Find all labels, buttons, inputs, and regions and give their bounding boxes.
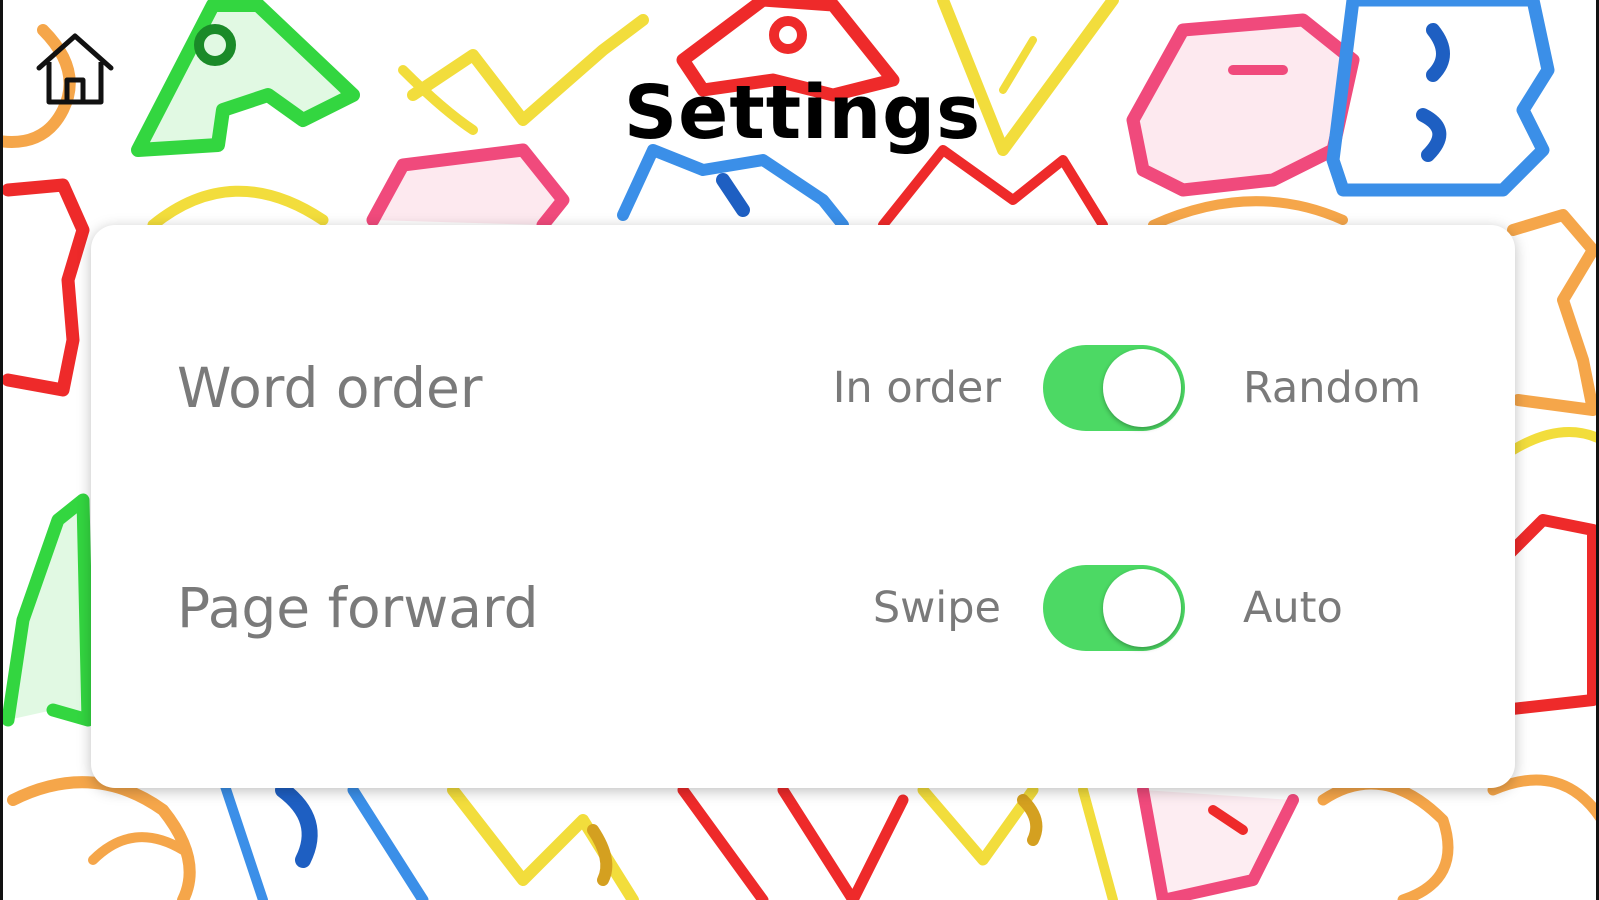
setting-label: Word order [177, 356, 483, 420]
settings-card: Word order In order Random Page forward … [91, 225, 1515, 788]
option-on-label: Random [1243, 363, 1422, 413]
app-screen: Settings Word order In order Random Page… [0, 0, 1599, 900]
page-title: Settings [623, 70, 982, 156]
option-off-label: Swipe [872, 583, 1001, 633]
setting-row-page-forward: Page forward Swipe Auto [91, 563, 1515, 653]
setting-row-word-order: Word order In order Random [91, 343, 1515, 433]
toggle-knob [1103, 349, 1181, 427]
setting-label: Page forward [177, 576, 539, 640]
word-order-toggle[interactable] [1043, 345, 1185, 431]
option-on-label: Auto [1243, 583, 1343, 633]
page-forward-toggle[interactable] [1043, 565, 1185, 651]
option-off-label: In order [832, 363, 1001, 413]
toggle-knob [1103, 569, 1181, 647]
